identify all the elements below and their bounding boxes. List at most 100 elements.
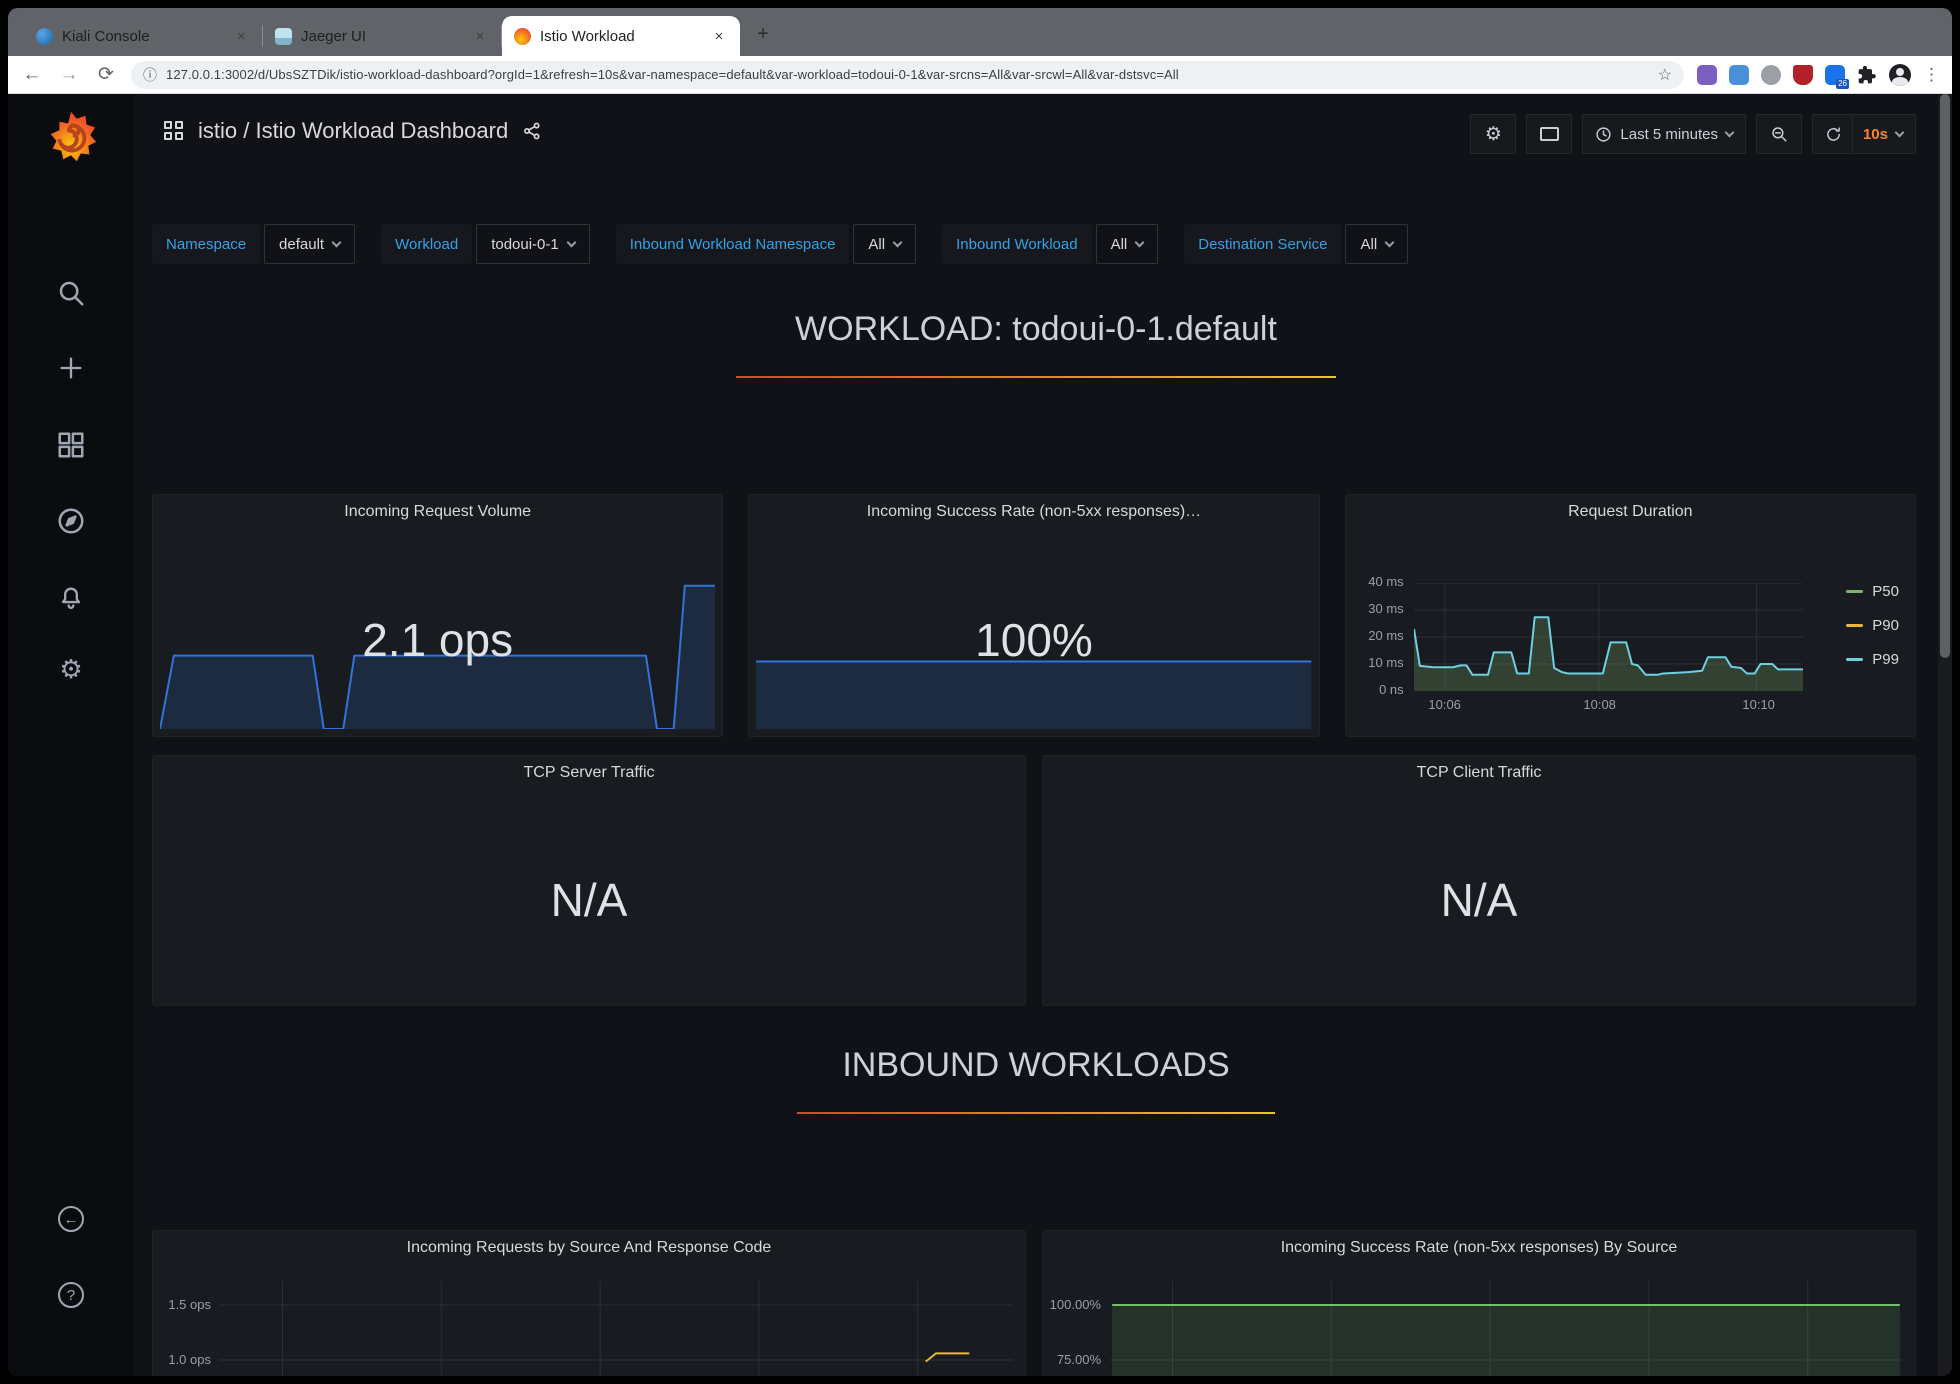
- variable-label: Inbound Workload: [942, 224, 1091, 264]
- time-range-picker[interactable]: Last 5 minutes: [1582, 114, 1746, 154]
- tab-close-icon[interactable]: ×: [232, 28, 250, 45]
- variable-label: Destination Service: [1184, 224, 1341, 264]
- grafana-logo-icon[interactable]: [42, 110, 100, 168]
- legend-item-p90[interactable]: P90: [1846, 615, 1899, 635]
- profile-avatar[interactable]: [1889, 64, 1911, 86]
- extensions-puzzle-icon[interactable]: [1857, 65, 1877, 85]
- variable-label: Inbound Workload Namespace: [616, 224, 850, 264]
- refresh-button-group[interactable]: 10s: [1812, 114, 1916, 154]
- back-button[interactable]: ←: [20, 65, 44, 84]
- variable-value-dropdown[interactable]: All: [1345, 224, 1408, 264]
- dashboard-header: istio / Istio Workload Dashboard ⚙ Last …: [134, 94, 1938, 174]
- time-range-label: Last 5 minutes: [1620, 126, 1718, 143]
- panel-title[interactable]: Incoming Request Volume: [153, 503, 722, 521]
- bookmark-star-icon[interactable]: ☆: [1658, 65, 1672, 85]
- extension-icon-blue[interactable]: [1729, 65, 1749, 85]
- panel-incoming-requests-by-source: Incoming Requests by Source And Response…: [152, 1230, 1026, 1376]
- scrollbar-thumb[interactable]: [1940, 94, 1950, 658]
- extension-icon-purple[interactable]: [1697, 65, 1717, 85]
- panel-title[interactable]: Incoming Success Rate (non-5xx responses…: [1043, 1239, 1915, 1257]
- sign-in-icon[interactable]: ←: [58, 1206, 84, 1232]
- dashboard-settings-button[interactable]: ⚙: [1470, 114, 1516, 154]
- panel-request-duration: Request Duration 40 ms 30 ms 20 ms 10 ms…: [1345, 494, 1916, 737]
- extension-icon-badge26[interactable]: 26: [1825, 65, 1845, 85]
- x-axis-tick: 10:08: [1583, 697, 1616, 713]
- tab-close-icon[interactable]: ×: [710, 28, 728, 45]
- cycle-view-mode-button[interactable]: [1526, 114, 1572, 154]
- tab-istio-workload-active[interactable]: Istio Workload ×: [502, 16, 740, 56]
- panel-title[interactable]: Incoming Success Rate (non-5xx responses…: [749, 503, 1318, 521]
- configuration-gear-icon[interactable]: ⚙: [59, 656, 82, 682]
- tab-title: Jaeger UI: [301, 28, 462, 45]
- browser-menu-icon[interactable]: ⋮: [1923, 65, 1940, 85]
- panel-title[interactable]: TCP Client Traffic: [1043, 764, 1915, 782]
- inbound-section-title: INBOUND WORKLOADS: [134, 1046, 1938, 1085]
- tab-kiali-console[interactable]: Kiali Console ×: [24, 16, 262, 56]
- panel-incoming-request-volume: Incoming Request Volume 2.1 ops: [152, 494, 723, 737]
- variable-value-dropdown[interactable]: All: [853, 224, 916, 264]
- extension-badge: 26: [1836, 79, 1849, 89]
- help-icon[interactable]: ?: [58, 1282, 84, 1308]
- variable-destination-service: Destination Service All: [1184, 224, 1408, 264]
- tab-title: Istio Workload: [540, 28, 701, 45]
- dashboards-grid-icon[interactable]: [56, 430, 86, 460]
- address-bar[interactable]: ⓘ 127.0.0.1:3002/d/UbsSZTDik/istio-workl…: [131, 61, 1684, 89]
- variable-inbound-workload: Inbound Workload All: [942, 224, 1158, 264]
- panel-incoming-success-rate: Incoming Success Rate (non-5xx responses…: [748, 494, 1319, 737]
- button-divider: [1852, 114, 1853, 154]
- tab-close-icon[interactable]: ×: [471, 28, 489, 45]
- alerting-bell-icon[interactable]: [57, 584, 85, 612]
- refresh-icon[interactable]: [1825, 126, 1842, 143]
- variable-label: Workload: [381, 224, 472, 264]
- stat-value: N/A: [153, 873, 1025, 927]
- section-underline: [797, 1112, 1275, 1114]
- clock-icon: [1595, 126, 1612, 143]
- legend-item-p50[interactable]: P50: [1846, 581, 1899, 601]
- stat-value: 100%: [749, 613, 1318, 667]
- section-underline: [736, 376, 1336, 378]
- panel-title[interactable]: Incoming Requests by Source And Response…: [153, 1239, 1025, 1257]
- panel-row-2: TCP Server Traffic N/A TCP Client Traffi…: [152, 755, 1916, 1006]
- create-plus-icon[interactable]: [57, 354, 85, 382]
- extension-icon-shield[interactable]: [1793, 65, 1813, 85]
- x-axis-tick: 10:06: [1428, 697, 1461, 713]
- explore-compass-icon[interactable]: [56, 506, 86, 536]
- request-duration-chart: [1414, 583, 1803, 691]
- site-info-icon[interactable]: ⓘ: [143, 65, 157, 85]
- zoom-out-button[interactable]: [1756, 114, 1802, 154]
- browser-toolbar: ← → ⟳ ⓘ 127.0.0.1:3002/d/UbsSZTDik/istio…: [8, 56, 1952, 94]
- chevron-down-icon: [332, 237, 342, 247]
- dashboard-squares-icon[interactable]: [164, 121, 184, 141]
- y-axis-tick: 100.00%: [1043, 1297, 1101, 1313]
- panel-title[interactable]: TCP Server Traffic: [153, 764, 1025, 782]
- forward-button[interactable]: →: [57, 65, 81, 84]
- variable-inbound-workload-namespace: Inbound Workload Namespace All: [616, 224, 916, 264]
- tab-jaeger-ui[interactable]: Jaeger UI ×: [263, 16, 501, 56]
- grafana-favicon-icon: [514, 28, 531, 45]
- new-tab-button[interactable]: +: [748, 19, 778, 49]
- panel-row-1: Incoming Request Volume 2.1 ops Incoming…: [152, 494, 1916, 737]
- requests-by-source-chart: [219, 1281, 1013, 1376]
- tab-title: Kiali Console: [62, 28, 223, 45]
- variable-value-dropdown[interactable]: todoui-0-1: [476, 224, 590, 264]
- legend-item-p99[interactable]: P99: [1846, 649, 1899, 669]
- search-icon[interactable]: [56, 278, 86, 308]
- page-scrollbar[interactable]: [1938, 94, 1952, 1376]
- y-axis-tick: 75.00%: [1043, 1352, 1101, 1368]
- chart-legend: P50 P90 P99: [1846, 581, 1899, 669]
- variable-value-dropdown[interactable]: All: [1096, 224, 1159, 264]
- extension-icon-gear[interactable]: [1761, 65, 1781, 85]
- panel-tcp-client-traffic: TCP Client Traffic N/A: [1042, 755, 1916, 1006]
- chevron-down-icon: [1135, 237, 1145, 247]
- refresh-interval-label[interactable]: 10s: [1863, 126, 1888, 143]
- variable-value-dropdown[interactable]: default: [264, 224, 355, 264]
- monitor-icon: [1540, 127, 1559, 141]
- share-icon[interactable]: [522, 121, 542, 141]
- zoom-out-icon: [1770, 125, 1788, 143]
- kiali-favicon-icon: [36, 28, 53, 45]
- grafana-sidebar: ⚙ ← ?: [8, 94, 134, 1376]
- jaeger-favicon-icon: [275, 28, 292, 45]
- reload-button[interactable]: ⟳: [94, 65, 118, 84]
- panel-title[interactable]: Request Duration: [1346, 503, 1915, 521]
- x-axis-tick: 10:10: [1742, 697, 1775, 713]
